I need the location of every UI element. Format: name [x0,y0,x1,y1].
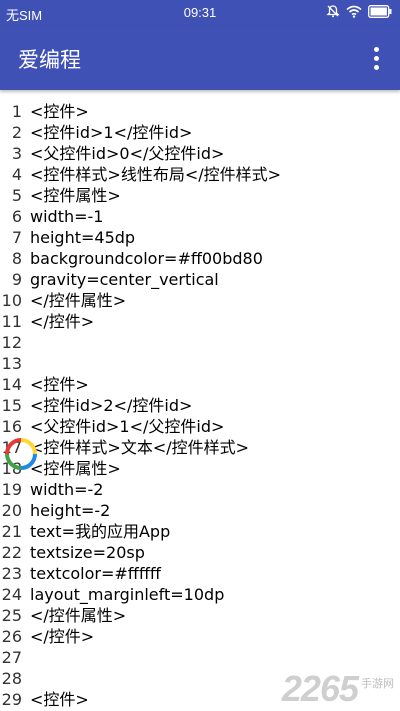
code-line[interactable]: 17 <控件样式>文本</控件样式> [0,437,400,458]
line-number: 6 [11,207,22,226]
line-number: 21 [1,522,22,541]
status-bar: 无SIM 09:31 [0,0,400,26]
line-text[interactable]: <控件样式>文本</控件样式> [30,437,249,458]
line-text[interactable]: text=我的应用App [30,521,170,542]
line-text[interactable]: <控件id>1</控件id> [30,122,192,143]
loading-spinner-icon [5,438,37,470]
line-text[interactable]: gravity=center_vertical [30,269,219,290]
line-text[interactable]: <控件id>2</控件id> [30,395,192,416]
line-text[interactable]: <控件> [30,374,89,395]
line-text[interactable]: <控件属性> [30,185,121,206]
line-text[interactable]: <父控件id>0</父控件id> [30,143,224,164]
watermark: 2265 手游网 [282,671,394,707]
line-number: 13 [1,354,22,373]
line-text[interactable]: <父控件id>1</父控件id> [30,416,224,437]
line-text[interactable]: backgroundcolor=#ff00bd80 [30,248,263,269]
line-text[interactable]: </控件属性> [30,605,126,626]
line-text[interactable]: layout_marginleft=10dp [30,584,224,605]
code-line[interactable]: 24 layout_marginleft=10dp [0,584,400,605]
line-number: 8 [11,249,22,268]
line-number: 20 [1,501,22,520]
line-text[interactable]: textcolor=#ffffff [30,563,161,584]
line-number: 19 [1,480,22,499]
line-number: 9 [11,270,22,289]
code-line[interactable]: 15 <控件id>2</控件id> [0,395,400,416]
line-number: 25 [1,606,22,625]
code-line[interactable]: 9 gravity=center_vertical [0,269,400,290]
line-text[interactable]: <控件属性> [30,458,121,479]
code-line[interactable]: 14 <控件> [0,374,400,395]
code-line[interactable]: 19 width=-2 [0,479,400,500]
code-line[interactable]: 2 <控件id>1</控件id> [0,122,400,143]
app-title: 爱编程 [18,48,81,72]
watermark-text: 手游网 [361,677,394,690]
line-number: 15 [1,396,22,415]
line-text[interactable]: width=-2 [30,479,103,500]
line-number: 14 [1,375,22,394]
watermark-logo: 2265 [281,668,359,709]
code-line[interactable]: 10 </控件属性> [0,290,400,311]
line-number: 27 [1,648,22,667]
line-number: 2 [11,123,22,142]
status-icons [326,4,392,18]
code-line[interactable]: 22 textsize=20sp [0,542,400,563]
line-number: 16 [1,417,22,436]
wifi-icon [346,5,362,18]
code-line[interactable]: 16 <父控件id>1</父控件id> [0,416,400,437]
app-bar: 爱编程 [0,26,400,90]
line-number: 22 [1,543,22,562]
line-number: 24 [1,585,22,604]
line-text[interactable]: </控件> [30,626,94,647]
line-text[interactable]: height=-2 [30,500,110,521]
code-line[interactable]: 18 <控件属性> [0,458,400,479]
code-line[interactable]: 7 height=45dp [0,227,400,248]
line-number: 7 [11,228,22,247]
line-number: 10 [1,291,22,310]
code-line[interactable]: 25 </控件属性> [0,605,400,626]
line-text[interactable]: height=45dp [30,227,135,248]
code-line[interactable]: 13 [0,353,400,374]
code-line[interactable]: 3 <父控件id>0</父控件id> [0,143,400,164]
code-line[interactable]: 8 backgroundcolor=#ff00bd80 [0,248,400,269]
code-line[interactable]: 21 text=我的应用App [0,521,400,542]
line-number: 12 [1,333,22,352]
code-line[interactable]: 27 [0,647,400,668]
line-number: 26 [1,627,22,646]
line-number: 11 [1,312,22,331]
line-number: 23 [1,564,22,583]
code-line[interactable]: 4 <控件样式>线性布局</控件样式> [0,164,400,185]
more-vert-icon[interactable] [362,44,390,72]
line-text[interactable]: <控件样式>线性布局</控件样式> [30,164,281,185]
battery-icon [368,4,392,18]
code-line[interactable]: 23 textcolor=#ffffff [0,563,400,584]
code-line[interactable]: 11 </控件> [0,311,400,332]
code-line[interactable]: 26 </控件> [0,626,400,647]
line-number: 3 [11,144,22,163]
line-number: 5 [11,186,22,205]
mute-alarm-icon [326,5,340,18]
line-number: 4 [11,165,22,184]
code-line[interactable]: 1 <控件> [0,101,400,122]
code-line[interactable]: 12 [0,332,400,353]
line-number: 28 [1,669,22,688]
line-text[interactable]: textsize=20sp [30,542,145,563]
line-text[interactable]: </控件> [30,311,94,332]
code-line[interactable]: 20 height=-2 [0,500,400,521]
code-line[interactable]: 6 width=-1 [0,206,400,227]
code-editor[interactable]: 1 <控件> 2 <控件id>1</控件id> 3 <父控件id>0</父控件id> 4 <控… [0,101,400,711]
code-line[interactable]: 5 <控件属性> [0,185,400,206]
line-number: 1 [11,102,22,121]
line-text[interactable]: <控件> [30,101,89,122]
line-text[interactable]: </控件属性> [30,290,126,311]
line-text[interactable]: <控件> [30,689,89,710]
line-number: 29 [1,690,22,709]
line-text[interactable]: width=-1 [30,206,103,227]
